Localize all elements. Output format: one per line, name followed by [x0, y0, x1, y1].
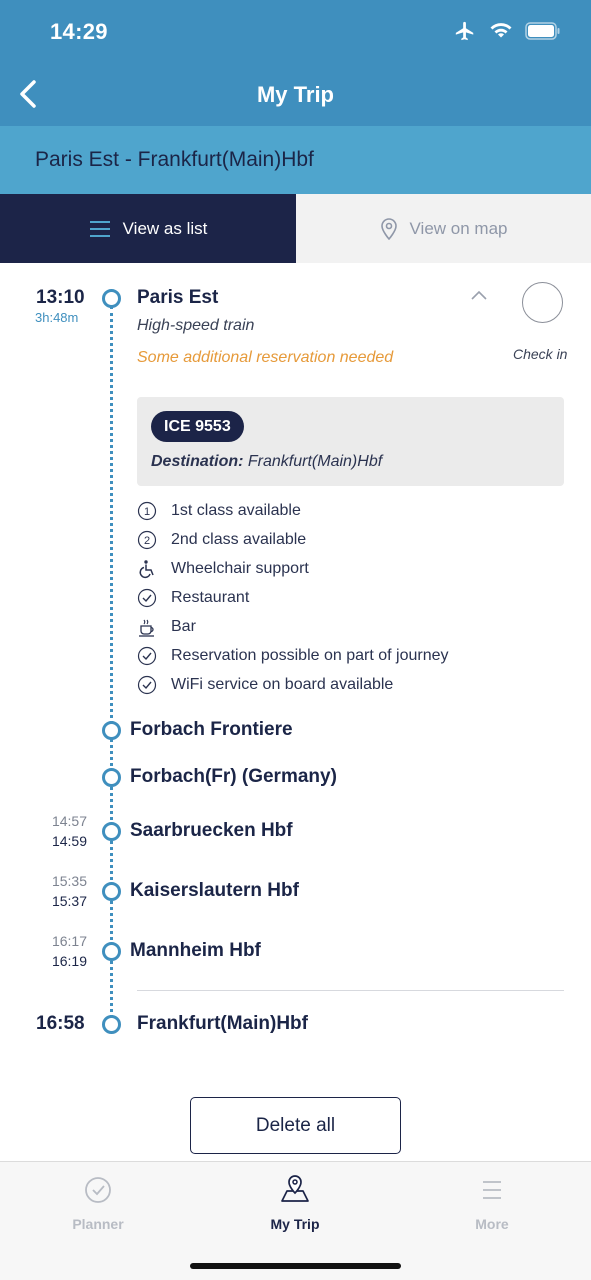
- home-indicator: [190, 1263, 401, 1269]
- feature-label: Restaurant: [171, 589, 250, 606]
- number-1-icon: 1: [137, 501, 157, 521]
- feature-label: 1st class available: [171, 502, 301, 519]
- bottom-tab-bar: Planner My Trip More: [0, 1161, 591, 1280]
- feature-item: 2 2nd class available: [137, 528, 306, 552]
- departure-time: 15:37: [51, 893, 87, 909]
- svg-text:1: 1: [144, 506, 150, 518]
- feature-item: WiFi service on board available: [137, 673, 393, 697]
- train-destination: Destination: Frankfurt(Main)Hbf: [151, 453, 382, 471]
- tabbar-planner-label: Planner: [72, 1216, 124, 1232]
- view-tabs: View as list View on map: [0, 194, 591, 263]
- arrival-time: 14:57: [51, 813, 87, 829]
- origin-station-name: Paris Est: [137, 287, 219, 308]
- tabbar-more-label: More: [475, 1216, 509, 1232]
- train-info-card: ICE 9553 Destination: Frankfurt(Main)Hbf: [137, 397, 564, 486]
- route-title: Paris Est - Frankfurt(Main)Hbf: [35, 148, 314, 171]
- reservation-note: Some additional reservation needed: [137, 349, 394, 366]
- feature-label: 2nd class available: [171, 531, 307, 548]
- list-icon: [89, 220, 110, 237]
- departure-time: 16:19: [51, 953, 87, 969]
- airplane-icon: [455, 21, 474, 41]
- tab-map-label: View on map: [409, 218, 508, 238]
- stop-dot-origin: [102, 289, 121, 308]
- check-circle-icon: [137, 675, 157, 695]
- stop-dot: [102, 721, 121, 740]
- stop-name: Saarbruecken Hbf: [130, 820, 293, 841]
- coffee-cup-icon: [137, 617, 157, 637]
- tabbar-planner[interactable]: Planner: [38, 1172, 158, 1232]
- feature-label: Wheelchair support: [171, 560, 309, 577]
- collapse-button[interactable]: [469, 288, 489, 302]
- destination-value: Frankfurt(Main)Hbf: [247, 453, 383, 470]
- status-time: 14:29: [50, 19, 108, 44]
- wheelchair-icon: [137, 559, 157, 579]
- arrival-time-final: 16:58: [36, 1013, 85, 1034]
- stop-dot-destination: [102, 1015, 121, 1034]
- app-header: 14:29 My Trip: [0, 0, 591, 126]
- clock-check-icon: [85, 1177, 111, 1203]
- check-in-toggle[interactable]: [522, 282, 563, 323]
- train-number-badge: ICE 9553: [151, 411, 244, 442]
- wifi-icon: [490, 23, 512, 38]
- number-2-icon: 2: [137, 530, 157, 550]
- feature-item: Wheelchair support: [137, 557, 309, 581]
- trip-duration: 3h:48m: [35, 310, 79, 325]
- svg-text:2: 2: [144, 535, 150, 547]
- train-type: High-speed train: [137, 317, 255, 334]
- battery-icon: [525, 22, 560, 40]
- tab-view-on-map[interactable]: View on map: [296, 194, 591, 263]
- stop-dot: [102, 942, 121, 961]
- menu-icon: [483, 1181, 501, 1199]
- feature-item: Restaurant: [137, 586, 249, 610]
- feature-item: Reservation possible on part of journey: [137, 644, 449, 668]
- delete-all-button[interactable]: Delete all: [190, 1097, 401, 1154]
- map-pin-icon: [380, 217, 397, 240]
- feature-label: Reservation possible on part of journey: [171, 647, 449, 664]
- tab-list-label: View as list: [122, 218, 208, 238]
- destination-station-name: Frankfurt(Main)Hbf: [137, 1013, 308, 1034]
- divider: [137, 990, 564, 991]
- tabbar-more[interactable]: More: [432, 1172, 552, 1232]
- check-circle-icon: [137, 588, 157, 608]
- stop-name: Forbach(Fr) (Germany): [130, 766, 337, 787]
- timeline-line: [110, 306, 113, 1018]
- status-icons: [453, 20, 561, 42]
- stop-name: Kaiserslautern Hbf: [130, 880, 299, 901]
- tab-view-as-list[interactable]: View as list: [0, 194, 296, 263]
- arrival-time: 15:35: [51, 873, 87, 889]
- page-title: My Trip: [256, 82, 334, 107]
- chevron-up-icon: [471, 290, 487, 300]
- map-trip-icon: [281, 1175, 309, 1202]
- tabbar-mytrip[interactable]: My Trip: [235, 1172, 355, 1232]
- stop-dot: [102, 768, 121, 787]
- arrival-time: 16:17: [51, 933, 87, 949]
- feature-item: Bar: [137, 615, 196, 639]
- stop-dot: [102, 882, 121, 901]
- feature-label: WiFi service on board available: [171, 676, 394, 693]
- tabbar-mytrip-label: My Trip: [270, 1216, 320, 1232]
- route-bar: Paris Est - Frankfurt(Main)Hbf: [0, 126, 591, 194]
- check-circle-icon: [137, 646, 157, 666]
- destination-label: Destination:: [151, 453, 244, 470]
- feature-label: Bar: [171, 618, 196, 635]
- departure-time: 13:10: [36, 287, 85, 308]
- stop-name: Mannheim Hbf: [130, 940, 261, 961]
- check-in-label: Check in: [513, 346, 568, 362]
- departure-time: 14:59: [51, 833, 87, 849]
- feature-item: 1 1st class available: [137, 499, 301, 523]
- stop-dot: [102, 822, 121, 841]
- stop-name: Forbach Frontiere: [130, 719, 293, 740]
